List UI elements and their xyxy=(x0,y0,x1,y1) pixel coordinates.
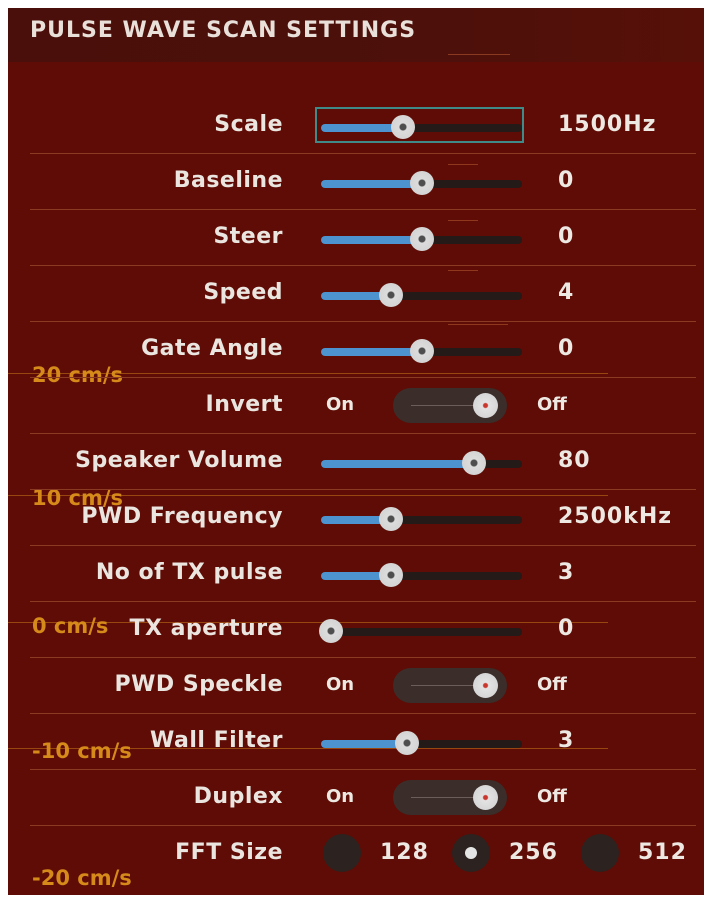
pwd-frequency-value: 2500kHz xyxy=(558,504,673,529)
speaker-volume-value: 80 xyxy=(558,448,591,473)
tx-aperture-value: 0 xyxy=(558,616,575,641)
baseline-slider-fill xyxy=(321,180,422,188)
pwd-frequency-slider-knob[interactable] xyxy=(379,507,404,531)
fft-size-label: FFT Size xyxy=(175,840,283,865)
gate-angle-slider-knob[interactable] xyxy=(409,339,434,363)
fft-size-radio-512[interactable] xyxy=(581,834,619,872)
duplex-toggle[interactable] xyxy=(393,780,507,815)
gate-angle-label: Gate Angle xyxy=(141,336,283,361)
gate-angle-slider[interactable] xyxy=(321,339,522,363)
tx-aperture-slider-knob[interactable] xyxy=(319,619,344,643)
baseline-label: Baseline xyxy=(173,168,283,193)
invert-toggle[interactable] xyxy=(393,388,507,423)
tx-aperture-label: TX aperture xyxy=(129,616,283,641)
setting-row-tx-aperture: TX aperture 0 xyxy=(8,602,704,658)
steer-slider[interactable] xyxy=(321,227,522,251)
tx-aperture-slider[interactable] xyxy=(319,619,522,643)
no-of-tx-pulse-slider-knob[interactable] xyxy=(379,563,404,587)
toggle-track-line xyxy=(411,797,477,798)
speaker-volume-slider-fill xyxy=(321,460,474,468)
background-trace xyxy=(448,54,510,55)
speed-label: Speed xyxy=(203,280,283,305)
invert-label: Invert xyxy=(205,392,283,417)
scale-value: 1500Hz xyxy=(558,112,657,137)
steer-slider-fill xyxy=(321,236,422,244)
steer-label: Steer xyxy=(213,224,283,249)
setting-row-no-of-tx-pulse: No of TX pulse 3 xyxy=(8,546,704,602)
speaker-volume-label: Speaker Volume xyxy=(75,448,283,473)
setting-row-fft-size: FFT Size 128 256 512 xyxy=(8,826,704,882)
setting-row-gate-angle: Gate Angle 0 xyxy=(8,322,704,378)
pwd-speckle-on-label: On xyxy=(326,674,355,695)
setting-row-speaker-volume: Speaker Volume 80 xyxy=(8,434,704,490)
fft-size-option-256-label: 256 xyxy=(509,840,558,865)
toggle-track-line xyxy=(411,685,477,686)
duplex-label: Duplex xyxy=(193,784,283,809)
pwd-speckle-toggle[interactable] xyxy=(393,668,507,703)
setting-row-pwd-speckle: PWD Speckle On Off xyxy=(8,658,704,714)
gate-angle-slider-fill xyxy=(321,348,422,356)
speed-value: 4 xyxy=(558,280,575,305)
setting-row-steer: Steer 0 xyxy=(8,210,704,266)
no-of-tx-pulse-value: 3 xyxy=(558,560,575,585)
invert-toggle-knob[interactable] xyxy=(473,393,498,418)
setting-row-scale: Scale 1500Hz xyxy=(8,98,704,154)
settings-panel: PULSE WAVE SCAN SETTINGS 20 cm/s 10 cm/s… xyxy=(8,8,704,895)
speaker-volume-slider[interactable] xyxy=(321,451,522,475)
gate-angle-value: 0 xyxy=(558,336,575,361)
wall-filter-label: Wall Filter xyxy=(150,728,283,753)
baseline-value: 0 xyxy=(558,168,575,193)
pwd-speckle-toggle-knob[interactable] xyxy=(473,673,498,698)
fft-size-option-512-label: 512 xyxy=(638,840,687,865)
fft-size-radio-128[interactable] xyxy=(323,834,361,872)
wall-filter-slider[interactable] xyxy=(321,731,522,755)
setting-row-speed: Speed 4 xyxy=(8,266,704,322)
no-of-tx-pulse-label: No of TX pulse xyxy=(95,560,283,585)
wall-filter-value: 3 xyxy=(558,728,575,753)
baseline-slider-knob[interactable] xyxy=(409,171,434,195)
wall-filter-slider-knob[interactable] xyxy=(395,731,420,755)
no-of-tx-pulse-slider[interactable] xyxy=(321,563,522,587)
panel-title: PULSE WAVE SCAN SETTINGS xyxy=(30,18,417,43)
toggle-track-line xyxy=(411,405,477,406)
duplex-on-label: On xyxy=(326,786,355,807)
invert-off-label: Off xyxy=(537,394,567,415)
scale-label: Scale xyxy=(214,112,283,137)
speed-slider[interactable] xyxy=(321,283,522,307)
panel-header: PULSE WAVE SCAN SETTINGS xyxy=(8,8,704,62)
tx-aperture-slider-track xyxy=(321,628,522,636)
invert-on-label: On xyxy=(326,394,355,415)
scale-slider[interactable] xyxy=(321,115,522,139)
fft-size-option-128-label: 128 xyxy=(380,840,429,865)
fft-size-radio-256[interactable] xyxy=(452,834,490,872)
duplex-toggle-knob[interactable] xyxy=(473,785,498,810)
baseline-slider[interactable] xyxy=(321,171,522,195)
pwd-speckle-label: PWD Speckle xyxy=(114,672,283,697)
steer-value: 0 xyxy=(558,224,575,249)
setting-row-pwd-frequency: PWD Frequency 2500kHz xyxy=(8,490,704,546)
setting-row-wall-filter: Wall Filter 3 xyxy=(8,714,704,770)
speed-slider-knob[interactable] xyxy=(379,283,404,307)
speaker-volume-slider-knob[interactable] xyxy=(461,451,486,475)
setting-row-baseline: Baseline 0 xyxy=(8,154,704,210)
pwd-speckle-off-label: Off xyxy=(537,674,567,695)
setting-row-invert: Invert On Off xyxy=(8,378,704,434)
setting-row-duplex: Duplex On Off xyxy=(8,770,704,826)
duplex-off-label: Off xyxy=(537,786,567,807)
pwd-frequency-label: PWD Frequency xyxy=(81,504,283,529)
pwd-frequency-slider[interactable] xyxy=(321,507,522,531)
steer-slider-knob[interactable] xyxy=(409,227,434,251)
